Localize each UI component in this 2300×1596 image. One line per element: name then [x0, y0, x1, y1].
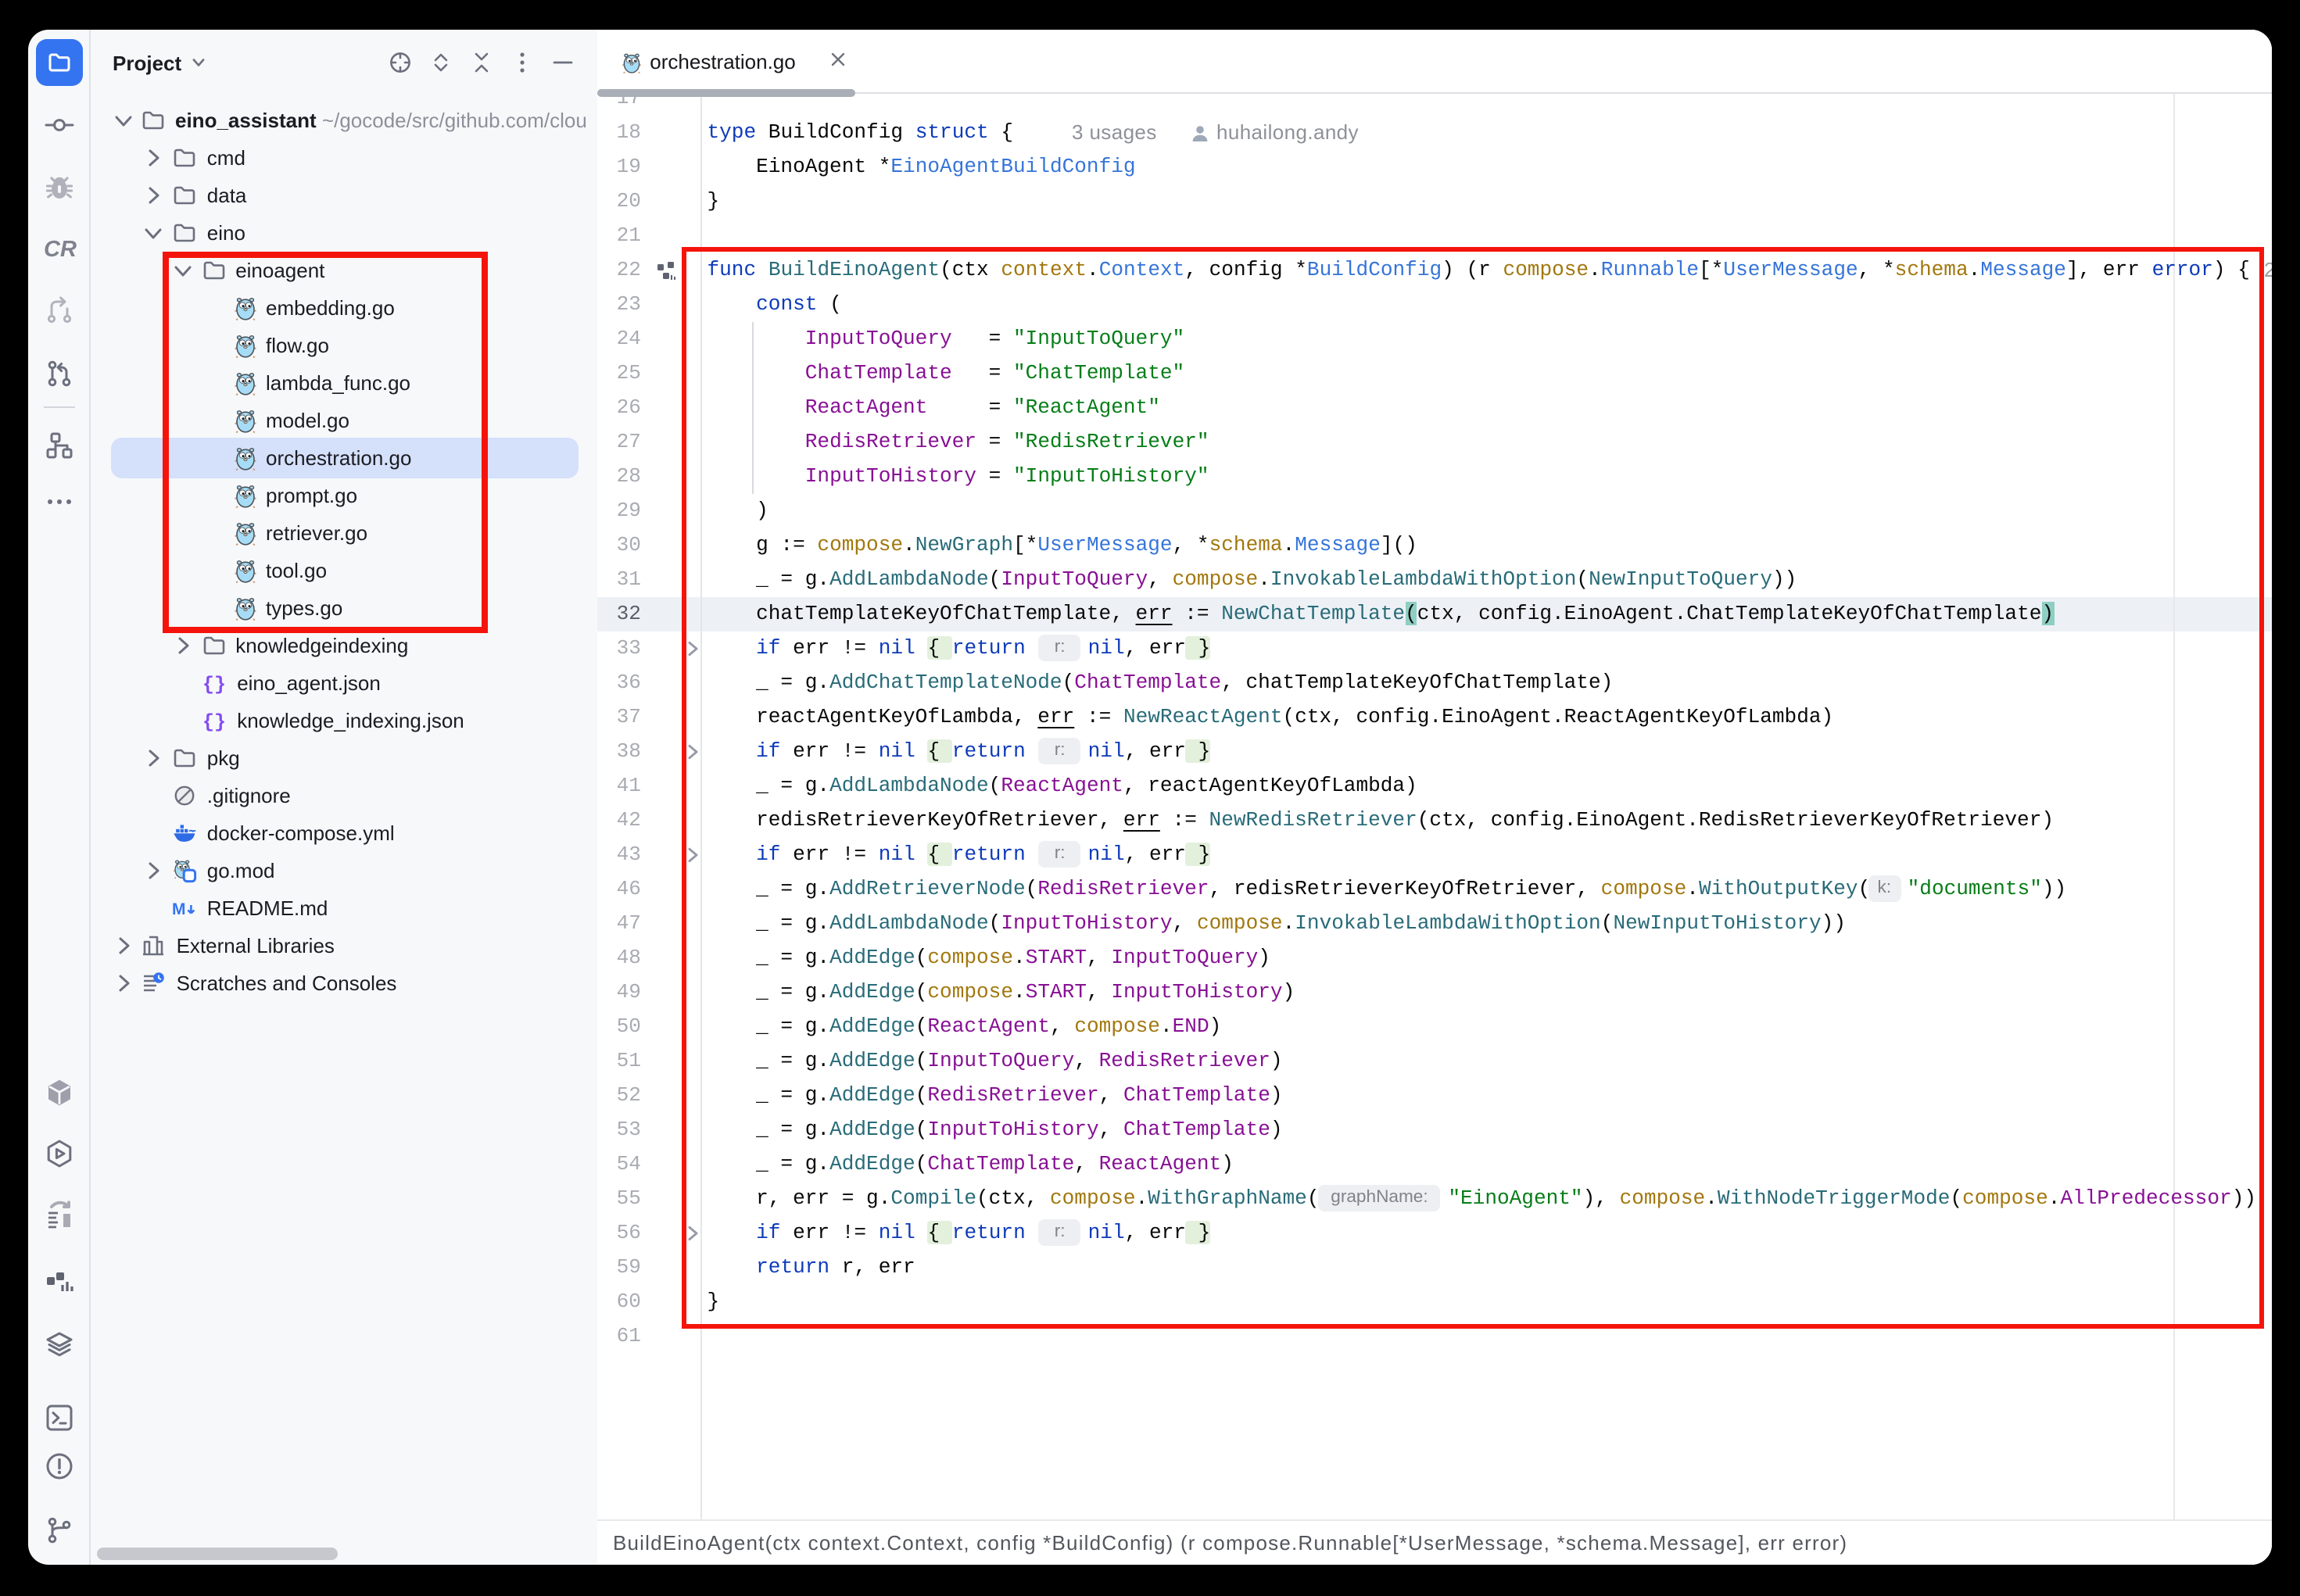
svg-text:CR: CR [44, 237, 77, 262]
svg-text:{}: {} [202, 673, 226, 696]
svg-text:M: M [172, 900, 186, 918]
svg-text:{}: {} [202, 710, 226, 733]
